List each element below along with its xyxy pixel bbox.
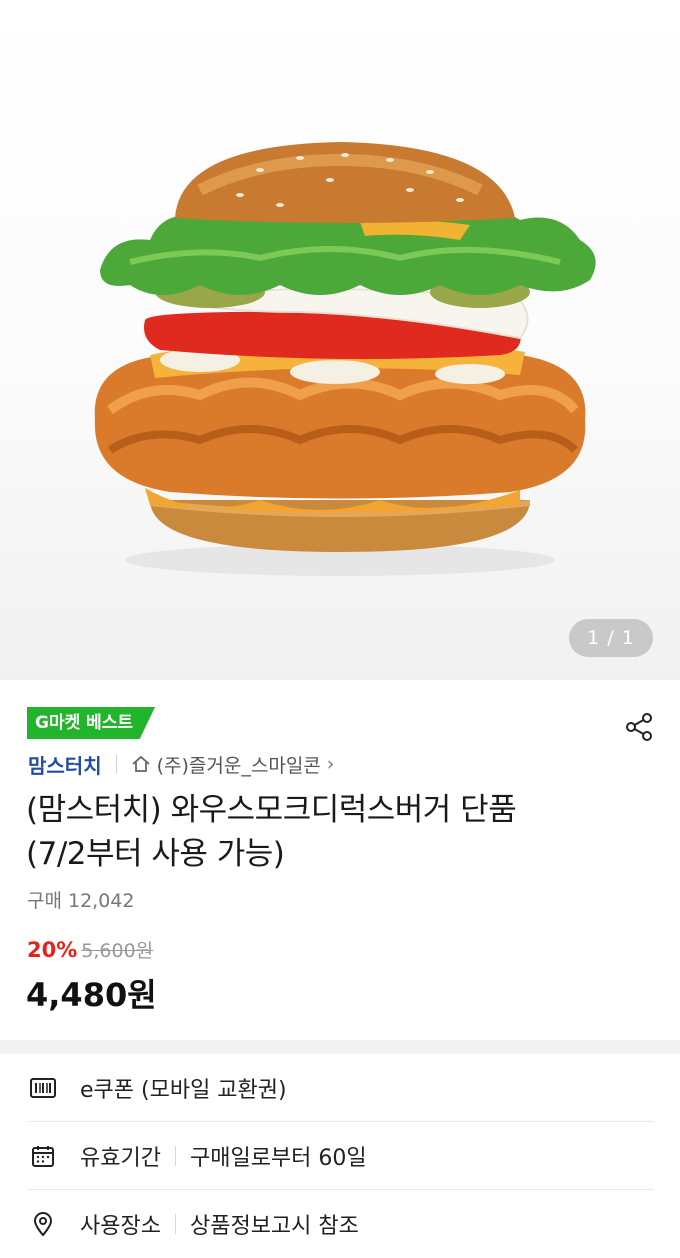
- detail-value: 상품정보고시 참조: [189, 1214, 359, 1239]
- divider: [174, 1214, 176, 1234]
- image-pager-indicator: 1 / 1: [569, 619, 653, 657]
- home-icon: [132, 755, 150, 772]
- purchase-count: 구매 12,042: [27, 890, 135, 912]
- detail-label: e쿠폰 (모바일 교환권): [80, 1077, 287, 1103]
- discount-rate: 20%: [27, 938, 78, 962]
- burger-image: [94, 142, 596, 576]
- divider: [174, 1145, 176, 1166]
- title-line-1: (맘스터치) 와우스모크디럭스버거 단품: [26, 792, 517, 828]
- product-title: (맘스터치) 와우스모크디럭스버거 단품 (7/2부터 사용 가능): [26, 788, 656, 876]
- original-price: 5,600원: [81, 940, 154, 962]
- brand-link[interactable]: 맘스터치: [28, 750, 102, 779]
- title-line-2: (7/2부터 사용 가능): [26, 836, 285, 872]
- detail-row-location: 사용장소 상품정보고시 참조: [28, 1190, 654, 1258]
- product-details-list: e쿠폰 (모바일 교환권) 유효기간 구매일로부터 60일 사용장소 상품정보고…: [0, 1054, 680, 1258]
- detail-row-validity: 유효기간 구매일로부터 60일: [28, 1122, 654, 1190]
- product-info: G마켓 베스트 맘스터치 (주)즐거운_스마일콘 › (맘스터치) 와우스모크디…: [0, 680, 680, 1040]
- seller-link[interactable]: (주)즐거운_스마일콘 ›: [131, 751, 335, 778]
- product-image-gallery[interactable]: 1 / 1: [0, 0, 680, 680]
- chevron-right-icon: ›: [326, 753, 335, 775]
- divider: [115, 755, 117, 773]
- detail-row-coupon-type: e쿠폰 (모바일 교환권): [28, 1054, 654, 1122]
- section-divider: [0, 1040, 680, 1054]
- gmarket-best-badge: G마켓 베스트: [27, 707, 156, 739]
- seller-name: (주)즐거운_스마일콘: [156, 754, 321, 777]
- discount-row: 20% 5,600원: [27, 936, 153, 963]
- location-pin-icon: [28, 1209, 58, 1239]
- brand-row: 맘스터치 (주)즐거운_스마일콘 ›: [28, 750, 334, 778]
- calendar-icon: [28, 1141, 58, 1171]
- detail-label: 사용장소: [80, 1214, 161, 1239]
- detail-value: 구매일로부터 60일: [189, 1145, 367, 1171]
- detail-label: 유효기간: [80, 1145, 161, 1171]
- sale-price: 4,480원: [26, 976, 157, 1014]
- share-icon[interactable]: [622, 710, 656, 744]
- barcode-icon: [28, 1073, 58, 1103]
